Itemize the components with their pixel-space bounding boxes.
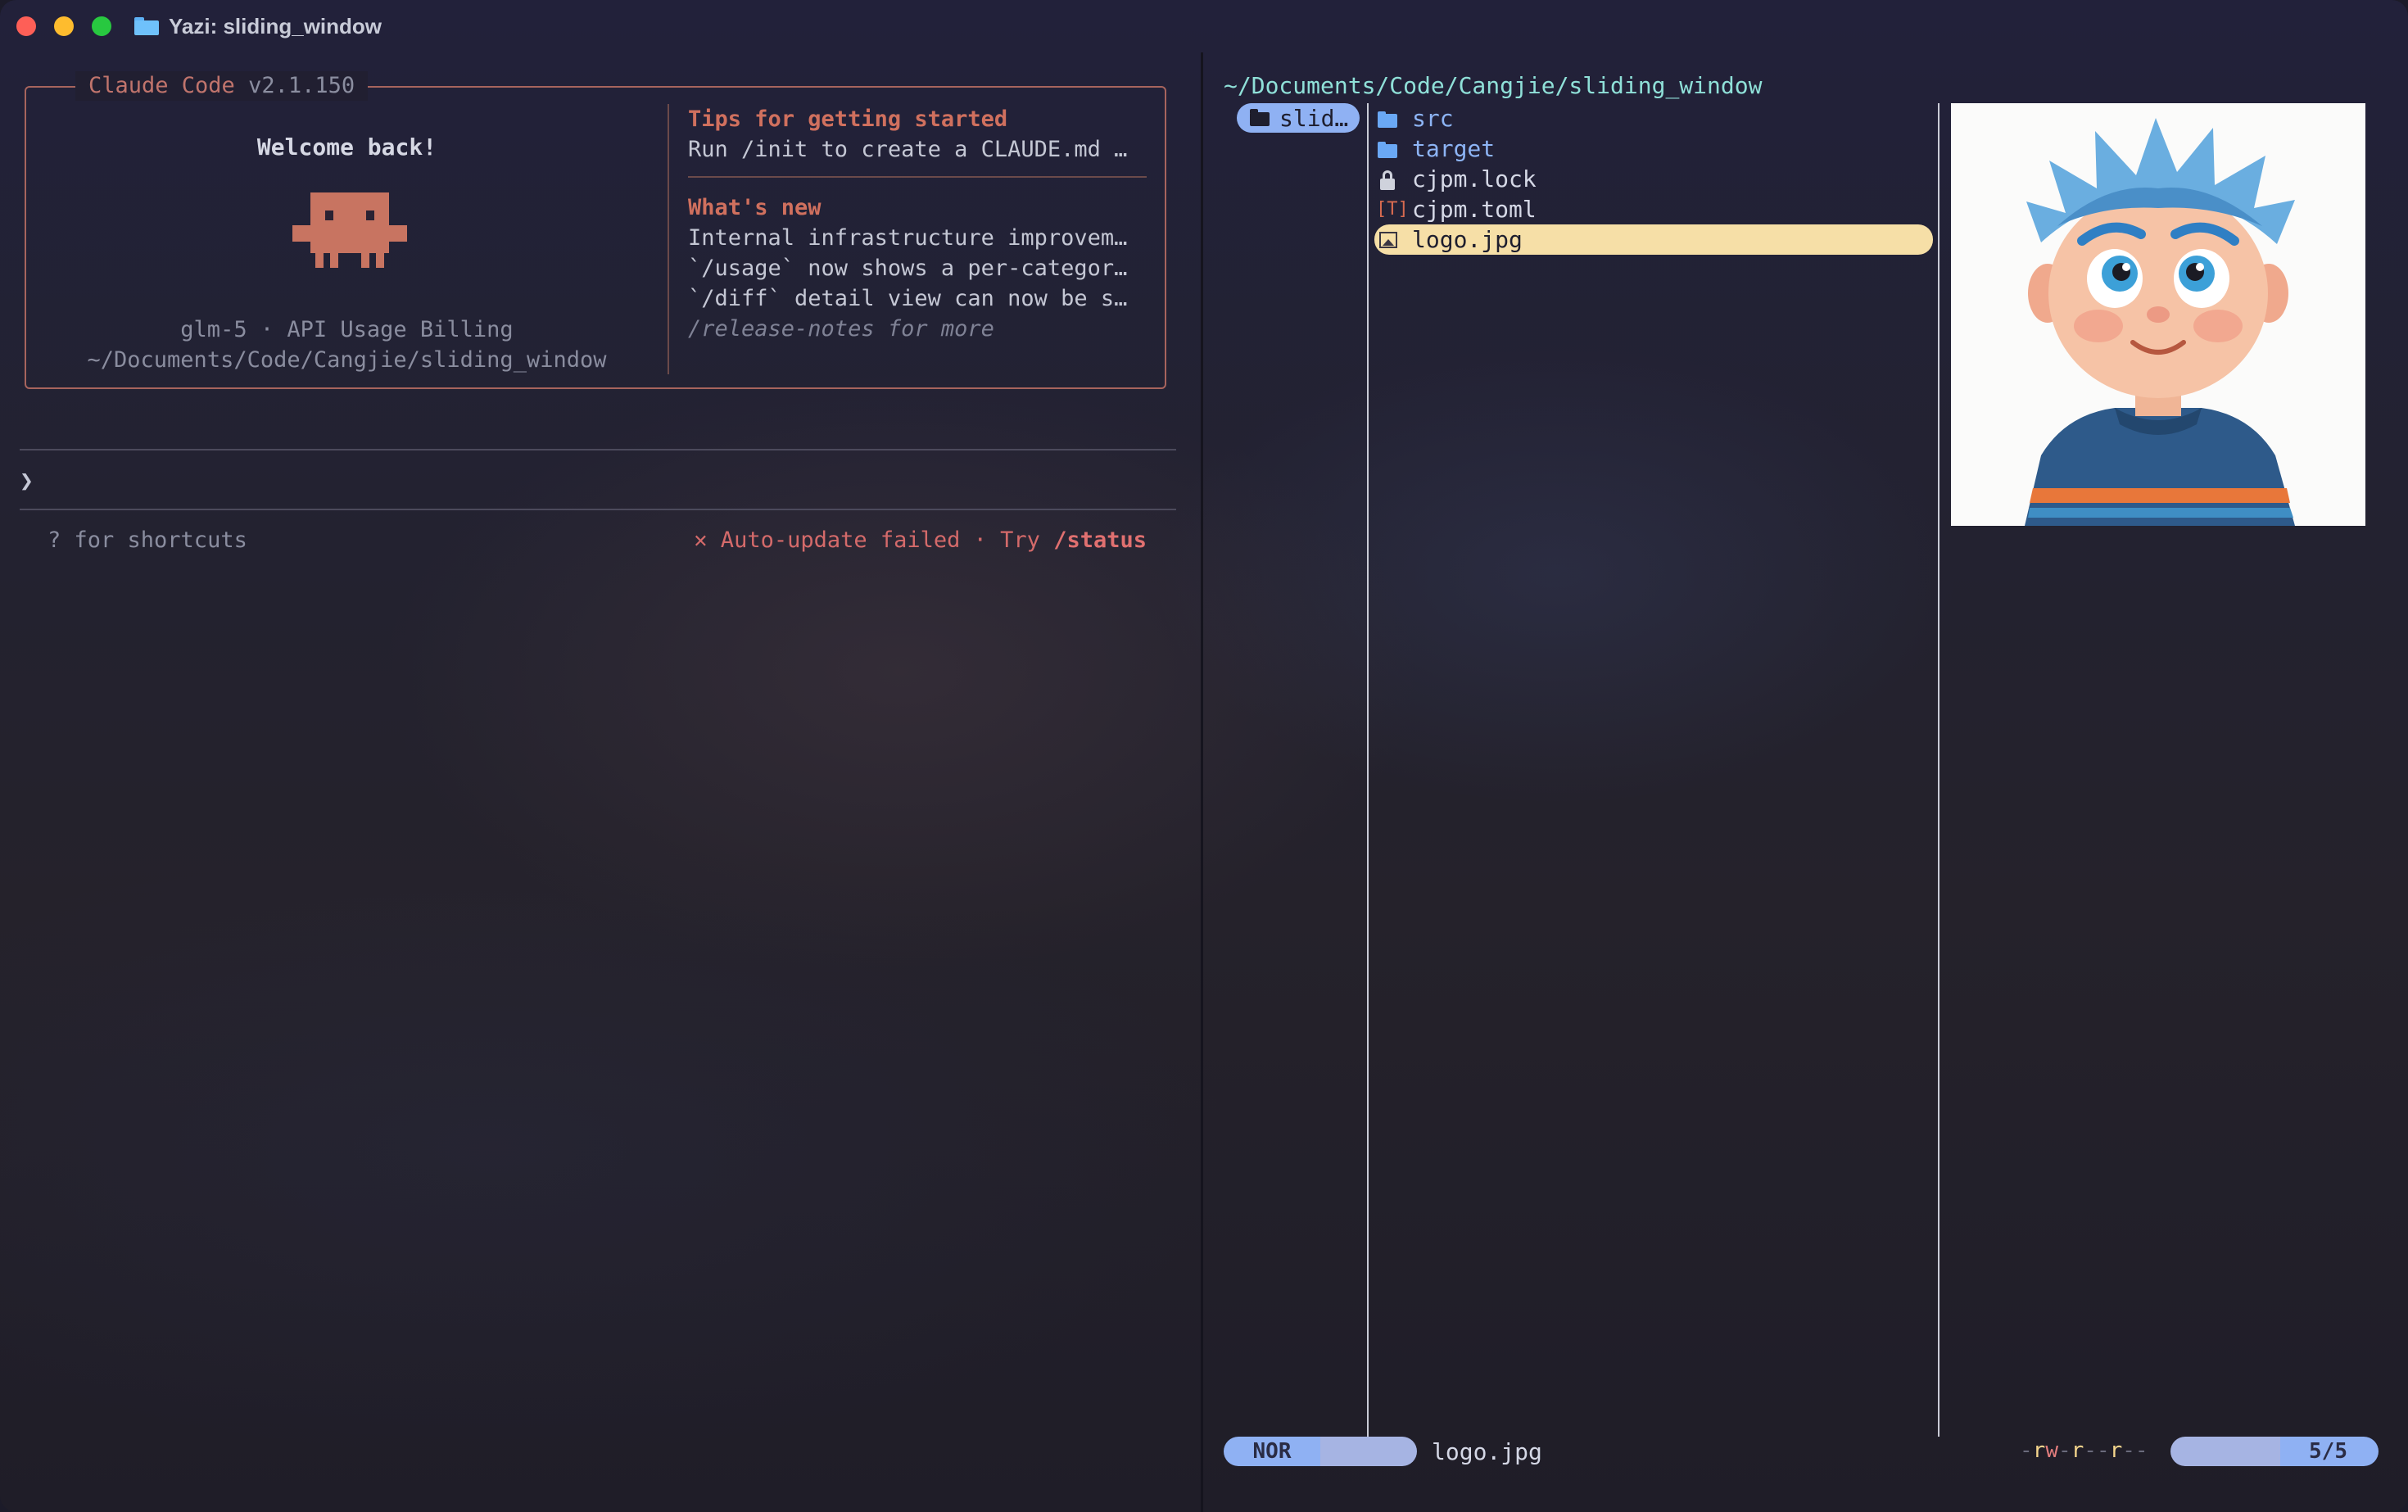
list-item[interactable]: cjpm.lock: [1376, 164, 1933, 194]
list-item-selected[interactable]: logo.jpg: [1374, 224, 1933, 255]
mode-size-segment: [1320, 1437, 1417, 1466]
auto-update-status: ✕ Auto-update failed · Try /status: [694, 527, 1147, 553]
terminal-window: Yazi: sliding_window Claude Code v2.1.15…: [0, 0, 2408, 1512]
open-folder-icon: [1250, 109, 1271, 127]
lock-icon: [1376, 167, 1401, 192]
app-version: v2.1.150: [248, 73, 355, 98]
panel-divider: [668, 104, 669, 374]
claude-mascot-icon: [292, 192, 407, 274]
cartoon-boy-illustration: [2025, 118, 2295, 526]
column-separator: [1938, 103, 1940, 1437]
position-label: 5/5: [2280, 1437, 2379, 1466]
perm-char: -: [2020, 1438, 2033, 1463]
window-title: Yazi: sliding_window: [169, 13, 382, 38]
tips-text: Run /init to create a CLAUDE.md …: [688, 137, 1128, 162]
folder-icon: [1376, 106, 1401, 131]
close-button[interactable]: [16, 16, 36, 36]
whats-new-heading: What's new: [688, 195, 822, 220]
perm-char: r: [2071, 1438, 2084, 1463]
working-directory: ~/Documents/Code/Cangjie/sliding_window: [87, 347, 607, 373]
file-name: cjpm.toml: [1412, 196, 1537, 223]
perm-char: r: [2109, 1438, 2123, 1463]
image-preview: [1951, 103, 2365, 526]
percent-segment: [2170, 1437, 2280, 1466]
shortcuts-hint: ? for shortcuts: [48, 527, 247, 553]
model-billing-line: glm-5 · API Usage Billing: [180, 317, 514, 342]
column-separator: [1367, 103, 1369, 1437]
file-name: target: [1412, 135, 1496, 162]
file-list: src target cjpm.lock [T] cjpm.toml logo.…: [1374, 103, 1933, 255]
claude-panel-legend: Claude Code v2.1.150: [75, 71, 369, 101]
perm-char: r: [2032, 1438, 2046, 1463]
file-name: cjpm.lock: [1412, 165, 1537, 192]
news-item: `/usage` now shows a per-categor…: [688, 256, 1128, 281]
title-bar: Yazi: sliding_window: [0, 0, 2408, 52]
app-name: Claude Code: [88, 73, 235, 98]
position-indicator: 5/5: [2170, 1437, 2379, 1466]
list-item[interactable]: target: [1376, 134, 1933, 164]
folder-icon: [134, 17, 159, 35]
tips-column: Tips for getting started Run /init to cr…: [688, 104, 1147, 344]
file-name: src: [1412, 105, 1454, 132]
image-icon: [1376, 228, 1401, 252]
perm-char: -: [2057, 1438, 2071, 1463]
folder-icon: [1376, 137, 1401, 161]
auto-update-message: ✕ Auto-update failed · Try: [694, 527, 1054, 553]
pane-split[interactable]: [1201, 52, 1203, 1512]
claude-welcome-panel: Claude Code v2.1.150 Welcome back! glm-5…: [25, 71, 1166, 389]
perm-char: -: [2134, 1438, 2148, 1463]
perm-char: -: [2096, 1438, 2110, 1463]
mode-label: NOR: [1224, 1437, 1320, 1466]
perm-char: -: [2084, 1438, 2097, 1463]
prompt-top-rule: [20, 449, 1176, 450]
minimize-button[interactable]: [54, 16, 74, 36]
tips-heading: Tips for getting started: [688, 106, 1008, 132]
toml-icon: [T]: [1376, 198, 1409, 220]
window-title-group: Yazi: sliding_window: [134, 11, 382, 41]
perm-char: -: [2122, 1438, 2135, 1463]
parent-dir-selected[interactable]: slid…: [1237, 103, 1360, 133]
parent-dir-name: slid…: [1279, 104, 1349, 132]
zoom-button[interactable]: [92, 16, 111, 36]
prompt-bottom-rule: [20, 509, 1176, 510]
mode-indicator: NOR: [1224, 1437, 1417, 1466]
section-divider: [688, 176, 1147, 178]
permissions: -rw-r--r--: [2020, 1438, 2148, 1463]
welcome-heading: Welcome back!: [256, 134, 437, 161]
file-name: logo.jpg: [1412, 226, 1523, 253]
news-item: `/diff` detail view can now be s…: [688, 286, 1128, 311]
status-command[interactable]: /status: [1053, 527, 1147, 553]
list-item[interactable]: [T] cjpm.toml: [1376, 194, 1933, 224]
perm-char: w: [2045, 1438, 2058, 1463]
current-path: ~/Documents/Code/Cangjie/sliding_window: [1224, 72, 1763, 99]
prompt-input[interactable]: ❯: [20, 467, 34, 494]
news-item: Internal infrastructure improvem…: [688, 225, 1128, 251]
status-filename: logo.jpg: [1432, 1438, 1542, 1465]
list-item[interactable]: src: [1376, 103, 1933, 134]
release-notes-link: /release-notes for more: [688, 316, 994, 342]
